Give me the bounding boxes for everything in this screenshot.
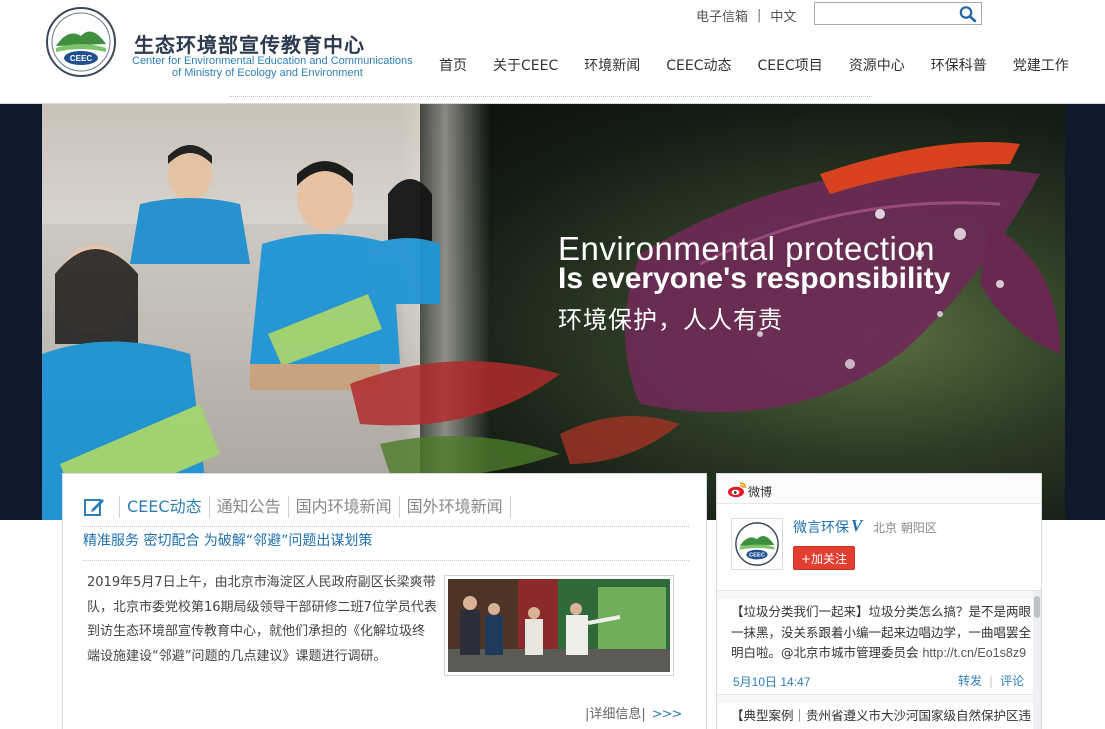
organization-name-cn: 生态环境部宣传教育中心 xyxy=(134,33,365,57)
site-header: CEEC 生态环境部宣传教育中心 Center for Environmenta… xyxy=(0,0,1105,104)
search-box xyxy=(814,2,982,25)
tabs-end-divider xyxy=(509,496,511,518)
avatar-logo-label: CEEC xyxy=(749,553,765,559)
more-arrows-icon: >>> xyxy=(651,707,683,722)
weibo-logo-icon xyxy=(728,482,747,498)
tab-ceec-updates[interactable]: CEEC动态 xyxy=(119,496,209,518)
news-headline-link[interactable]: 精准服务 密切配合 为破解“邻避”问题出谋划策 xyxy=(83,530,372,550)
tab-international-news[interactable]: 国外环境新闻 xyxy=(398,496,510,518)
news-tabs: CEEC动态 通知公告 国内环境新闻 国外环境新闻 xyxy=(83,494,511,520)
comment-button[interactable]: 评论 xyxy=(1000,674,1024,688)
account-name[interactable]: 微言环保 xyxy=(793,517,849,537)
account-location: 北京 朝阳区 xyxy=(873,521,937,535)
repost-button[interactable]: 转发 xyxy=(958,674,982,688)
top-links-separator: | xyxy=(757,7,762,23)
email-link[interactable]: 电子信箱 xyxy=(696,6,748,25)
hero-banner[interactable]: Environmental protection Is everyone's r… xyxy=(0,104,1105,520)
tab-notices[interactable]: 通知公告 xyxy=(208,496,288,518)
nav-item-resources[interactable]: 资源中心 xyxy=(836,55,918,75)
nav-item-ceec-projects[interactable]: CEEC项目 xyxy=(745,55,836,75)
ceec-logo-emblem-icon[interactable]: CEEC xyxy=(44,6,118,78)
top-utility-links: 电子信箱 | 中文 xyxy=(696,6,796,25)
language-link[interactable]: 中文 xyxy=(770,6,796,25)
nav-item-science[interactable]: 环保科普 xyxy=(918,55,1000,75)
post-link[interactable]: http://t.cn/Eo1s8z9 xyxy=(922,646,1026,660)
more-details-label: |详细信息| xyxy=(585,707,646,722)
post-actions-separator: | xyxy=(989,674,994,688)
post-time[interactable]: 5月10日 14:47 xyxy=(733,673,810,690)
weibo-post: 【典型案例｜贵州省遵义市大沙河国家级自然保护区违 xyxy=(717,703,1033,729)
banner-illustration xyxy=(42,142,1060,520)
weibo-title: 微博 xyxy=(748,485,773,499)
weibo-feed: 【垃圾分类我们一起来】垃圾分类怎么搞？是不是两眼一抹黑，没关系跟着小编一起来边唱… xyxy=(717,591,1041,729)
organization-name-en-line1: Center for Environmental Education and C… xyxy=(132,55,413,67)
post-body: 【典型案例｜贵州省遵义市大沙河国家级自然保护区违 xyxy=(731,708,1032,723)
search-icon[interactable] xyxy=(958,5,978,23)
tab-domestic-news[interactable]: 国内环境新闻 xyxy=(287,496,399,518)
weibo-panel: 微博 CEEC 微言环保 V 北京 朝阳区 +加关注 【垃圾分类我们一起来】垃圾… xyxy=(716,473,1042,729)
verified-icon: V xyxy=(851,516,863,535)
post-text: 【垃圾分类我们一起来】垃圾分类怎么搞？是不是两眼一抹黑，没关系跟着小编一起来边唱… xyxy=(731,602,1031,664)
tabs-divider xyxy=(83,526,689,527)
follow-button[interactable]: +加关注 xyxy=(793,546,855,570)
weibo-post: 【垃圾分类我们一起来】垃圾分类怎么搞？是不是两眼一抹黑，没关系跟着小编一起来边唱… xyxy=(717,599,1033,695)
student-figures xyxy=(42,145,440,520)
search-input[interactable] xyxy=(817,5,955,22)
edit-icon xyxy=(84,499,104,516)
more-details-link[interactable]: |详细信息| >>> xyxy=(585,703,683,722)
banner-slogan-en-2: Is everyone's responsibility xyxy=(558,262,951,295)
nav-item-home[interactable]: 首页 xyxy=(426,55,480,75)
news-photo[interactable] xyxy=(444,575,674,676)
nav-item-env-news[interactable]: 环境新闻 xyxy=(571,55,653,75)
logo-label: CEEC xyxy=(70,54,92,63)
banner-slogan-cn: 环境保护，人人有责 xyxy=(558,306,783,334)
news-panel: CEEC动态 通知公告 国内环境新闻 国外环境新闻 精准服务 密切配合 为破解“… xyxy=(62,473,707,729)
main-navigation: 首页 关于CEEC 环境新闻 CEEC动态 CEEC项目 资源中心 环保科普 党… xyxy=(426,55,1082,75)
headline-divider xyxy=(83,560,689,561)
feed-scrollbar-thumb[interactable] xyxy=(1034,596,1040,618)
post-actions: 转发 | 评论 xyxy=(958,672,1024,689)
account-avatar[interactable]: CEEC xyxy=(731,518,783,570)
organization-name-en-line2: of Ministry of Ecology and Environment xyxy=(172,67,363,79)
feed-scrollbar[interactable] xyxy=(1033,591,1041,729)
nav-divider xyxy=(230,96,872,97)
nav-item-about[interactable]: 关于CEEC xyxy=(480,55,571,75)
news-summary: 2019年5月7日上午，由北京市海淀区人民政府副区长梁爽带队，北京市委党校第16… xyxy=(87,575,437,664)
nav-item-party-work[interactable]: 党建工作 xyxy=(1000,55,1082,75)
weibo-header: 微博 xyxy=(717,474,1041,504)
nav-item-ceec-updates[interactable]: CEEC动态 xyxy=(653,55,744,75)
